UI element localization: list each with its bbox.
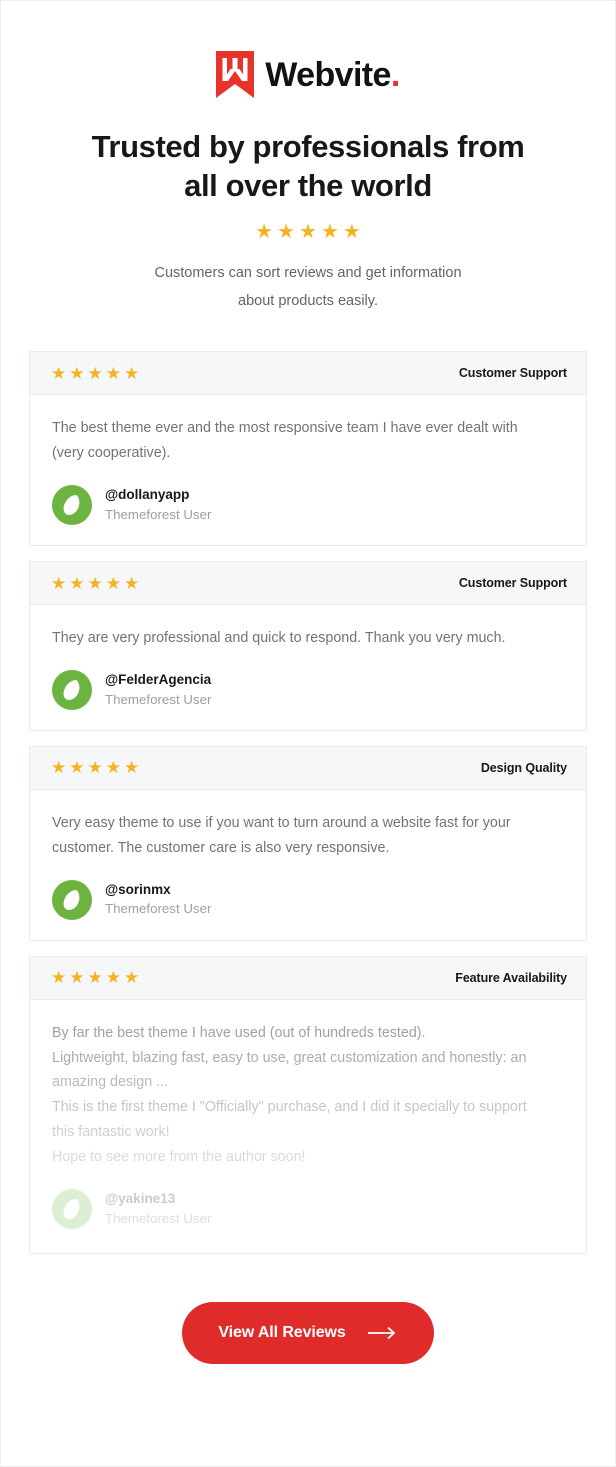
review-text-line: (very cooperative).	[52, 445, 171, 462]
review-card: ★ ★ ★ ★ ★ Customer Support The best them…	[29, 351, 587, 546]
star-icon: ★	[69, 573, 85, 593]
page-header: Webvite. Trusted by professionals from a…	[1, 1, 615, 315]
subtitle-line-1: Customers can sort reviews and get infor…	[154, 264, 462, 281]
star-icon: ★	[51, 363, 67, 383]
star-icon: ★	[69, 363, 85, 383]
star-icon: ★	[124, 573, 140, 593]
review-card-header: ★ ★ ★ ★ ★ Customer Support	[30, 352, 586, 396]
review-author-handle: @FelderAgencia	[105, 672, 212, 688]
star-icon: ★	[87, 968, 103, 988]
cta-section: View All Reviews	[1, 1301, 615, 1364]
page-subtitle: Customers can sort reviews and get infor…	[1, 259, 615, 316]
review-card-header: ★ ★ ★ ★ ★ Feature Availability	[30, 956, 586, 1000]
star-icon: ★	[277, 220, 296, 243]
subtitle-line-2: about products easily.	[238, 292, 378, 309]
review-card-body: Very easy theme to use if you want to tu…	[30, 790, 586, 940]
review-author-role: Themeforest User	[105, 506, 212, 522]
reviews-list: ★ ★ ★ ★ ★ Customer Support The best them…	[1, 351, 615, 1254]
review-text-line: amazing design ...	[52, 1074, 169, 1091]
review-author: @sorinmx Themeforest User	[52, 879, 564, 920]
webvite-bookmark-icon	[216, 50, 255, 98]
star-icon: ★	[51, 573, 67, 593]
view-all-reviews-label: View All Reviews	[218, 1323, 346, 1341]
star-icon: ★	[69, 758, 85, 778]
review-text-line: Lightweight, blazing fast, easy to use, …	[52, 1049, 527, 1066]
review-author-handle: @yakine13	[105, 1191, 176, 1207]
review-author-meta: @dollanyapp Themeforest User	[105, 486, 211, 523]
star-icon: ★	[105, 363, 121, 383]
review-card-header: ★ ★ ★ ★ ★ Customer Support	[30, 562, 586, 605]
envato-leaf-avatar	[52, 1188, 92, 1229]
star-icon: ★	[124, 363, 140, 383]
review-category-tag: Feature Availability	[455, 970, 567, 985]
review-author-meta: @yakine13 Themeforest User	[105, 1190, 211, 1227]
star-icon: ★	[105, 573, 121, 593]
review-text: They are very professional and quick to …	[52, 626, 564, 651]
star-icon: ★	[51, 968, 67, 988]
star-icon: ★	[299, 220, 317, 243]
brand-wordmark: Webvite.	[265, 56, 400, 94]
star-icon: ★	[342, 220, 361, 243]
review-category-tag: Customer Support	[458, 366, 567, 381]
review-text-line: Hope to see more from the author soon!	[52, 1149, 306, 1165]
page-title: Trusted by professionals from all over t…	[1, 127, 615, 206]
review-text: By far the best theme I have used (out o…	[52, 1021, 564, 1170]
review-text-line: this fantastic work!	[52, 1124, 170, 1141]
review-rating-stars: ★ ★ ★ ★ ★	[51, 575, 139, 592]
review-card-header: ★ ★ ★ ★ ★ Design Quality	[30, 746, 586, 790]
brand-logo[interactable]: Webvite.	[1, 48, 615, 100]
star-icon: ★	[124, 968, 140, 988]
header-rating-stars: ★ ★ ★ ★ ★	[1, 222, 615, 242]
envato-leaf-avatar	[52, 485, 92, 525]
review-card: ★ ★ ★ ★ ★ Design Quality Very easy theme…	[29, 745, 587, 941]
star-icon: ★	[105, 968, 121, 988]
review-author-handle: @dollanyapp	[105, 487, 190, 503]
star-icon: ★	[87, 758, 103, 778]
review-card-body: By far the best theme I have used (out o…	[30, 1000, 586, 1253]
review-text-line: This is the first theme I "Officially" p…	[52, 1099, 527, 1116]
envato-leaf-avatar	[52, 669, 92, 710]
review-category-tag: Customer Support	[458, 576, 567, 590]
star-icon: ★	[87, 573, 103, 593]
star-icon: ★	[51, 758, 67, 778]
review-author: @dollanyapp Themeforest User	[52, 485, 564, 525]
review-card: ★ ★ ★ ★ ★ Feature Availability By far th…	[29, 955, 587, 1254]
review-card-body: The best theme ever and the most respons…	[30, 395, 586, 545]
review-author-role: Themeforest User	[105, 901, 212, 917]
review-text-line: By far the best theme I have used (out o…	[52, 1024, 426, 1041]
review-author-meta: @sorinmx Themeforest User	[105, 881, 211, 918]
view-all-reviews-button[interactable]: View All Reviews	[182, 1301, 434, 1364]
review-text-line: customer. The customer care is also very…	[52, 839, 390, 856]
review-author-handle: @sorinmx	[105, 882, 171, 898]
review-author: @FelderAgencia Themeforest User	[52, 669, 564, 710]
review-author-role: Themeforest User	[105, 691, 212, 707]
review-text-line: They are very professional and quick to …	[52, 630, 506, 646]
envato-leaf-avatar	[52, 879, 92, 920]
headline-line-1: Trusted by professionals from	[91, 129, 525, 164]
review-rating-stars: ★ ★ ★ ★ ★	[51, 969, 139, 986]
review-author-meta: @FelderAgencia Themeforest User	[105, 671, 211, 708]
review-rating-stars: ★ ★ ★ ★ ★	[51, 759, 139, 776]
review-rating-stars: ★ ★ ★ ★ ★	[51, 365, 139, 382]
star-icon: ★	[320, 220, 339, 243]
review-category-tag: Design Quality	[480, 760, 567, 775]
headline-line-2: all over the world	[184, 168, 432, 204]
review-text: Very easy theme to use if you want to tu…	[52, 811, 564, 861]
review-author-role: Themeforest User	[105, 1210, 212, 1226]
star-icon: ★	[87, 363, 103, 383]
star-icon: ★	[124, 758, 140, 778]
arrow-right-icon	[367, 1326, 398, 1340]
review-text-line: Very easy theme to use if you want to tu…	[52, 814, 511, 831]
review-author: @yakine13 Themeforest User	[52, 1188, 564, 1229]
star-icon: ★	[255, 220, 274, 243]
review-text: The best theme ever and the most respons…	[52, 416, 564, 466]
testimonials-page: Webvite. Trusted by professionals from a…	[0, 0, 616, 1467]
review-card-body: They are very professional and quick to …	[30, 605, 586, 730]
review-text-line: The best theme ever and the most respons…	[52, 420, 518, 437]
star-icon: ★	[105, 758, 121, 778]
review-card: ★ ★ ★ ★ ★ Customer Support They are very…	[29, 561, 587, 731]
star-icon: ★	[69, 968, 85, 988]
